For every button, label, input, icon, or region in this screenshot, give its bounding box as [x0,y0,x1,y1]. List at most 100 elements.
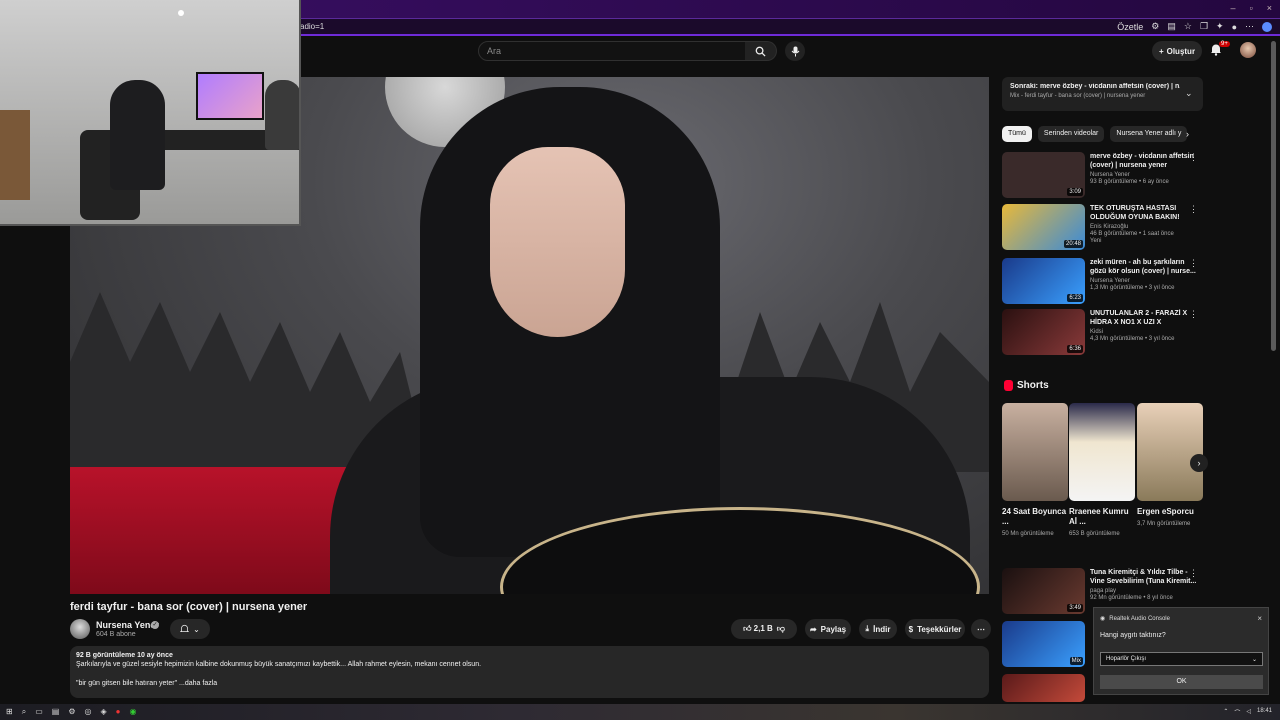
more-actions-button[interactable]: ⋯ [971,619,991,639]
screen: { "browser": { "url_fragment": "adio=1",… [0,0,1280,720]
more-dots-icon[interactable]: ⋮ [1189,258,1198,269]
menu-dots-icon[interactable]: ⋯ [1245,21,1254,32]
minimize-button[interactable]: – [1231,3,1236,13]
thanks-button[interactable]: $ Teşekkürler [905,619,965,639]
windows-start-icon[interactable]: ⊞ [6,707,13,717]
short-thumbnail [1002,403,1068,501]
list-item[interactable]: 20:48 TEK OTURUŞTA HASTASI OLDUĞUM OYUNA… [1002,204,1203,250]
more-dots-icon[interactable]: ⋮ [1189,204,1198,215]
audio-device-dialog: ◉ Realtek Audio Console × Hangi aygıtı t… [1093,607,1269,695]
url-text[interactable]: adio=1 [300,22,324,31]
channel-avatar[interactable] [70,619,90,639]
download-button[interactable]: ⤓ İndir [859,619,897,639]
description-quote[interactable]: "bir gün gitsen bile hatıran yeter" ...d… [76,680,983,687]
short-title: Rraenee Kumru Aİ ... [1069,507,1129,526]
browser-actions: Özetle ⚙ ▤ ☆ ❐ ✦ ● ⋯ [1117,21,1272,32]
search-icon[interactable]: ⌕ [22,707,26,717]
short-item[interactable]: 24 Saat Boyunca ... 50 Mn görüntüleme [1002,403,1068,539]
rec-stats: 92 Mn görüntüleme • 8 yıl önce [1090,595,1173,601]
share-button[interactable]: ➦ Paylaş [805,619,851,639]
chevron-down-icon[interactable]: ⌄ [1185,88,1193,99]
chevron-down-icon: ⌄ [193,624,200,634]
file-explorer-icon[interactable]: ▤ [52,707,60,717]
up-next-panel[interactable]: Sonraki: merve özbey - vicdanın affetsin… [1002,77,1203,111]
channel-name[interactable]: Nursena Yener [96,620,159,630]
video-thumbnail: 6:23 [1002,258,1085,304]
duration-badge: 20:48 [1063,240,1083,248]
maximize-button[interactable]: ▫ [1250,3,1253,13]
voice-search-button[interactable] [785,41,805,61]
subscription-bell-button[interactable]: ⌄ [170,619,210,639]
webcam-overlay [0,0,301,226]
app-icon[interactable]: ◈ [100,707,106,717]
list-item[interactable]: 6:36 UNUTULANLAR 2 - FARAZİ X HİDRA X NO… [1002,309,1203,355]
rec-channel: Kidsi [1090,329,1104,335]
more-dots-icon[interactable]: ⋮ [1189,152,1198,163]
collections-icon[interactable]: ❐ [1200,21,1208,32]
reader-icon[interactable]: ▤ [1167,21,1176,32]
up-next-subtitle: Mix - ferdi tayfur - bana sor (cover) | … [1010,93,1146,99]
mix-badge: Mix [1069,657,1083,665]
search-button[interactable] [745,41,777,61]
more-dots-icon[interactable]: ⋮ [1189,568,1198,579]
extensions-puzzle-icon[interactable]: ✦ [1216,21,1224,32]
notification-badge: 9+ [1219,41,1230,47]
performer-face [490,147,625,337]
favorite-star-icon[interactable]: ☆ [1184,21,1192,32]
network-icon[interactable]: ⌒ [1234,708,1240,717]
dislike-button[interactable]: 👎︎ [777,624,785,634]
create-button[interactable]: + Oluştur [1152,41,1202,61]
notifications-button[interactable]: 9+ [1210,41,1230,59]
search-input[interactable]: Ara [478,41,746,61]
chip-channel[interactable]: Nursena Yener adlı y [1110,126,1188,142]
tray-chevron-icon[interactable]: ⌃ [1223,708,1228,717]
account-avatar[interactable] [1240,42,1256,58]
new-badge: Yeni [1090,238,1102,244]
share-icon: ➦ [809,624,817,634]
video-thumbnail: 3:09 [1002,152,1085,198]
download-label: İndir [873,624,891,634]
browser-icon[interactable]: ◎ [84,707,91,717]
app-icon-green[interactable]: ◉ [129,707,136,717]
chevron-right-icon[interactable]: › [1186,129,1189,139]
duration-badge: 3:49 [1067,604,1083,612]
rec-stats: 1,3 Mn görüntüleme • 3 yıl önce [1090,285,1175,291]
video-title: ferdi tayfur - bana sor (cover) | nursen… [70,601,308,613]
page-scrollbar[interactable] [1271,41,1276,351]
video-thumbnail[interactable] [1002,674,1085,702]
duration-badge: 3:09 [1067,188,1083,196]
close-icon[interactable]: × [1257,614,1262,623]
window-controls: – ▫ × [1231,3,1272,13]
clock[interactable]: 18:41 [1257,708,1272,717]
device-select[interactable]: Hoparlör Çıkışı ⌄ [1100,652,1263,666]
like-button[interactable]: 👍︎ 2,1 B [743,624,773,634]
ok-button[interactable]: OK [1100,675,1263,689]
short-views: 50 Mn görüntüleme [1002,531,1054,537]
device-select-value: Hoparlör Çıkışı [1106,656,1147,662]
more-dots-icon[interactable]: ⋮ [1189,309,1198,320]
short-title: Ergen eSporcu [1137,507,1194,516]
copilot-icon[interactable] [1262,21,1272,32]
taskbar: ⊞ ⌕ ▭ ▤ ⚙ ◎ ◈ ● ◉ ⌃ ⌒ ◁ 18:41 [0,704,1280,720]
plus-icon: + [1158,46,1164,56]
extension-icon[interactable]: ⚙ [1151,21,1159,32]
shorts-next-button[interactable]: › [1190,454,1208,472]
description-box[interactable]: 92 B görüntüleme 10 ay önce Şarkılarıyla… [70,646,989,698]
chip-all[interactable]: Tümü [1002,126,1032,142]
app-icon-red[interactable]: ● [116,707,121,717]
volume-icon[interactable]: ◁ [1246,708,1251,717]
short-item[interactable]: Rraenee Kumru Aİ ... 653 B görüntüleme [1069,403,1135,539]
list-item[interactable]: 3:09 merve özbey - vicdanın affetsin (co… [1002,152,1203,198]
rec-stats: 93 B görüntüleme • 6 ay önce [1090,179,1169,185]
chip-series[interactable]: Serinden videolar [1037,126,1105,142]
list-item[interactable]: 6:23 zeki müren - ah bu şarkıların gözü … [1002,258,1203,304]
search-icon [755,46,766,57]
rec-title: merve özbey - vicdanın affetsin (cover) … [1090,153,1194,169]
task-view-icon[interactable]: ▭ [35,707,43,717]
profile-icon[interactable]: ● [1232,22,1237,32]
settings-icon[interactable]: ⚙ [68,707,75,717]
summarize-button[interactable]: Özetle [1117,22,1143,32]
close-window-button[interactable]: × [1267,3,1272,13]
taskbar-apps: ⊞ ⌕ ▭ ▤ ⚙ ◎ ◈ ● ◉ [6,707,136,717]
short-thumbnail [1137,403,1203,501]
